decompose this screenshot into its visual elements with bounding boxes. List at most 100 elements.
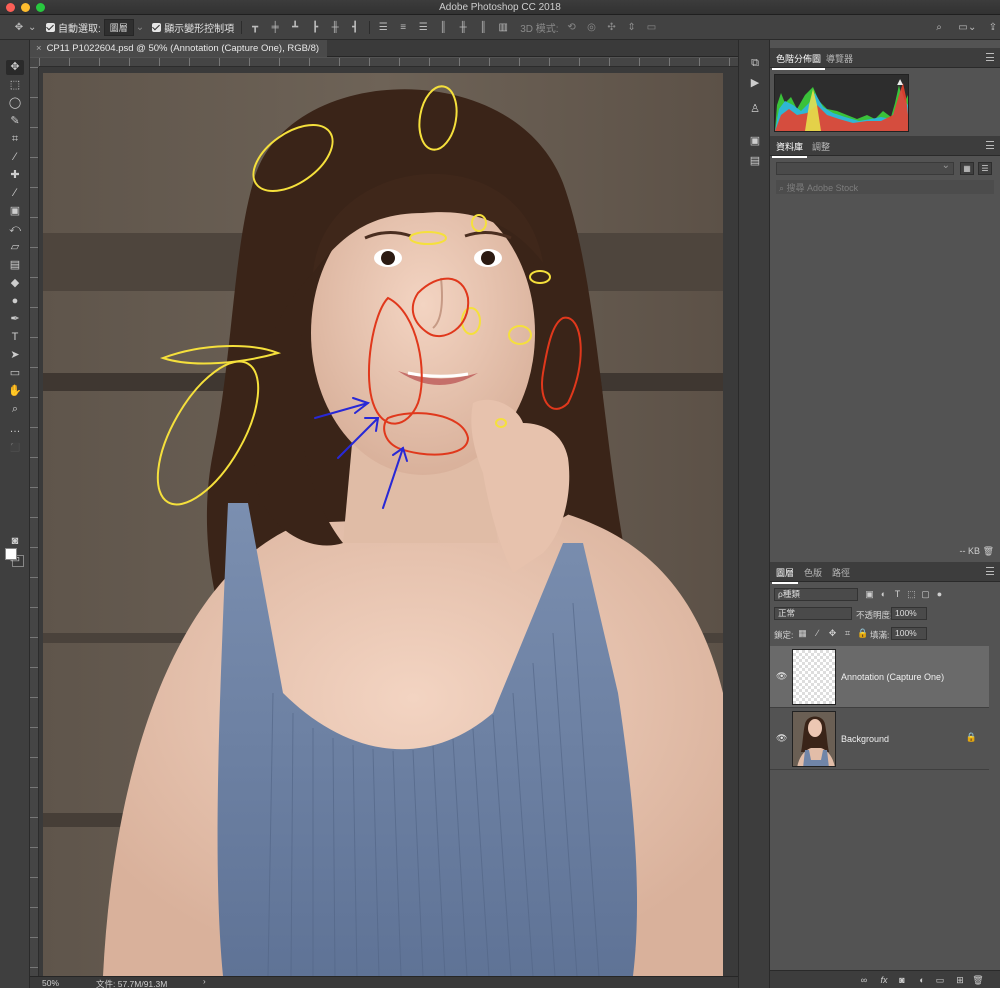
delete-layer-icon[interactable]: 🗑 [972, 974, 984, 986]
list-view-icon[interactable]: ☰ [978, 162, 992, 175]
filter-shape-icon[interactable]: ⬚ [906, 589, 917, 600]
tab-channels[interactable]: 色版 [800, 566, 826, 579]
lock-transparent-pixels-icon[interactable]: ▦ [797, 628, 808, 639]
healing-brush-tool-icon[interactable]: ✚ [6, 168, 24, 183]
notes-panel-icon[interactable]: ▤ [748, 154, 762, 168]
vertical-ruler[interactable] [30, 67, 39, 976]
align-bottom-icon[interactable]: ┻ [288, 22, 302, 33]
fill-input[interactable]: 100% [891, 627, 927, 640]
distribute-hcenter-icon[interactable]: ╫ [456, 22, 470, 33]
shape-tool-icon[interactable]: ▭ [6, 366, 24, 381]
filter-smart-object-icon[interactable]: ▢ [920, 589, 931, 600]
quick-mask-icon[interactable]: ◙ [6, 534, 24, 549]
new-group-icon[interactable]: ▭ [934, 974, 946, 986]
document-image[interactable] [43, 73, 723, 976]
3d-pan-icon[interactable]: ✣ [605, 22, 619, 33]
clone-stamp-tool-icon[interactable]: ▣ [6, 204, 24, 219]
actions-play-icon[interactable]: ▶ [748, 76, 762, 90]
filter-type-icon[interactable]: T [892, 589, 903, 600]
canvas-area[interactable] [39, 67, 738, 976]
align-top-icon[interactable]: ┳ [248, 22, 262, 33]
dodge-tool-icon[interactable]: ● [6, 294, 24, 309]
layer-name[interactable]: Background [841, 734, 889, 744]
add-mask-icon[interactable]: ◙ [896, 974, 908, 986]
distribute-right-icon[interactable]: ║ [476, 22, 490, 33]
eraser-tool-icon[interactable]: ▱ [6, 240, 24, 255]
3d-slide-icon[interactable]: ⇕ [625, 22, 639, 33]
link-layers-icon[interactable]: ∞ [858, 974, 870, 986]
layer-filter-kind-select[interactable]: ρ種類 [774, 588, 858, 601]
more-tools-icon[interactable]: … [6, 422, 24, 437]
lock-artboard-icon[interactable]: ⌗ [842, 628, 853, 639]
auto-select-dropdown[interactable]: 圖層 [103, 18, 134, 36]
opacity-input[interactable]: 100% [891, 607, 927, 620]
hand-tool-icon[interactable]: ✋ [6, 384, 24, 399]
show-transform-checkbox[interactable]: 顯示變形控制項 [152, 20, 234, 35]
ruler-origin[interactable] [30, 58, 39, 67]
3d-camera-icon[interactable]: ▭ [645, 22, 659, 33]
panel-menu-icon[interactable] [986, 141, 994, 149]
auto-select-checkbox[interactable]: 自動選取: 圖層 ⌄ [46, 18, 144, 36]
layer-row-background[interactable]: 👁 Background 🔒 [770, 708, 989, 770]
align-left-icon[interactable]: ┣ [308, 22, 322, 33]
3d-roll-icon[interactable]: ◎ [585, 22, 599, 33]
lock-position-icon[interactable]: ✥ [827, 628, 838, 639]
properties-panel-icon[interactable]: ♙ [748, 102, 762, 116]
horizontal-ruler[interactable] [39, 58, 738, 67]
filter-adjustment-icon[interactable]: ◐ [878, 589, 889, 600]
align-right-icon[interactable]: ┫ [348, 22, 362, 33]
filter-toggle-icon[interactable]: ● [934, 589, 945, 600]
path-select-tool-icon[interactable]: ➤ [6, 348, 24, 363]
lock-all-icon[interactable]: 🔒 [857, 628, 868, 639]
layer-name[interactable]: Annotation (Capture One) [841, 672, 944, 682]
search-icon[interactable]: ⌕ [932, 22, 946, 33]
marquee-tool-icon[interactable]: ⬚ [6, 78, 24, 93]
distribute-left-icon[interactable]: ║ [436, 22, 450, 33]
brush-tool-icon[interactable]: ∕ [6, 186, 24, 201]
zoom-level[interactable]: 50% [42, 978, 59, 988]
layer-style-fx-icon[interactable]: fx [878, 974, 890, 986]
zoom-tool-icon[interactable]: ⌕ [6, 402, 24, 417]
visibility-eye-icon[interactable]: 👁 [776, 733, 787, 743]
eyedropper-tool-icon[interactable]: ⁄ [6, 150, 24, 165]
3d-orbit-icon[interactable]: ⟲ [565, 22, 579, 33]
trash-icon[interactable]: 🗑 [983, 546, 994, 556]
quick-select-tool-icon[interactable]: ✎ [6, 114, 24, 129]
status-menu-arrow-icon[interactable]: › [203, 977, 206, 986]
distribute-bottom-icon[interactable]: ☰ [416, 22, 430, 33]
adobe-stock-search-input[interactable]: ⌕ 搜尋 Adobe Stock [776, 180, 994, 194]
default-colors-icon[interactable]: ⬛ [6, 440, 24, 455]
filter-pixel-icon[interactable]: ▣ [864, 589, 875, 600]
blur-tool-icon[interactable]: ◆ [6, 276, 24, 291]
panel-menu-icon[interactable] [986, 53, 994, 61]
close-tab-icon[interactable]: × [36, 43, 42, 54]
tab-layers[interactable]: 圖層 [772, 566, 799, 584]
panel-menu-icon[interactable] [986, 567, 994, 575]
info-panel-icon[interactable]: ▣ [748, 134, 762, 148]
align-vcenter-icon[interactable]: ╪ [268, 22, 282, 33]
tab-libraries[interactable]: 資料庫 [772, 140, 808, 158]
tab-navigator[interactable]: 導覽器 [822, 52, 857, 65]
type-tool-icon[interactable]: T [6, 330, 24, 345]
tab-histogram[interactable]: 色階分佈圖 [772, 52, 826, 70]
adjustment-layer-icon[interactable]: ◐ [916, 974, 928, 986]
crop-tool-icon[interactable]: ⌗ [6, 132, 24, 147]
share-icon[interactable]: ⇪ [986, 22, 1000, 33]
align-hcenter-icon[interactable]: ╫ [328, 22, 342, 33]
blend-mode-select[interactable]: 正常 [774, 607, 852, 620]
workspace-chevron-icon[interactable]: ⌄ [968, 22, 976, 33]
history-brush-tool-icon[interactable]: ⤺ [6, 222, 24, 237]
layer-lock-icon[interactable]: 🔒 [966, 732, 977, 743]
tool-preset-chevron-icon[interactable]: ⌄ [28, 22, 36, 33]
grid-view-icon[interactable]: ▦ [960, 162, 974, 175]
distribute-vcenter-icon[interactable]: ≡ [396, 22, 410, 33]
lasso-tool-icon[interactable]: ◯ [6, 96, 24, 111]
library-select[interactable] [776, 160, 954, 175]
auto-align-icon[interactable]: ▥ [496, 22, 510, 33]
move-tool-icon[interactable]: ✥ [12, 22, 26, 33]
visibility-eye-icon[interactable]: 👁 [776, 671, 787, 681]
tab-paths[interactable]: 路徑 [828, 566, 854, 579]
distribute-top-icon[interactable]: ☰ [376, 22, 390, 33]
document-tab[interactable]: × CP11 P1022604.psd @ 50% (Annotation (Ca… [30, 40, 328, 57]
history-panel-icon[interactable]: ⧉ [748, 56, 762, 70]
